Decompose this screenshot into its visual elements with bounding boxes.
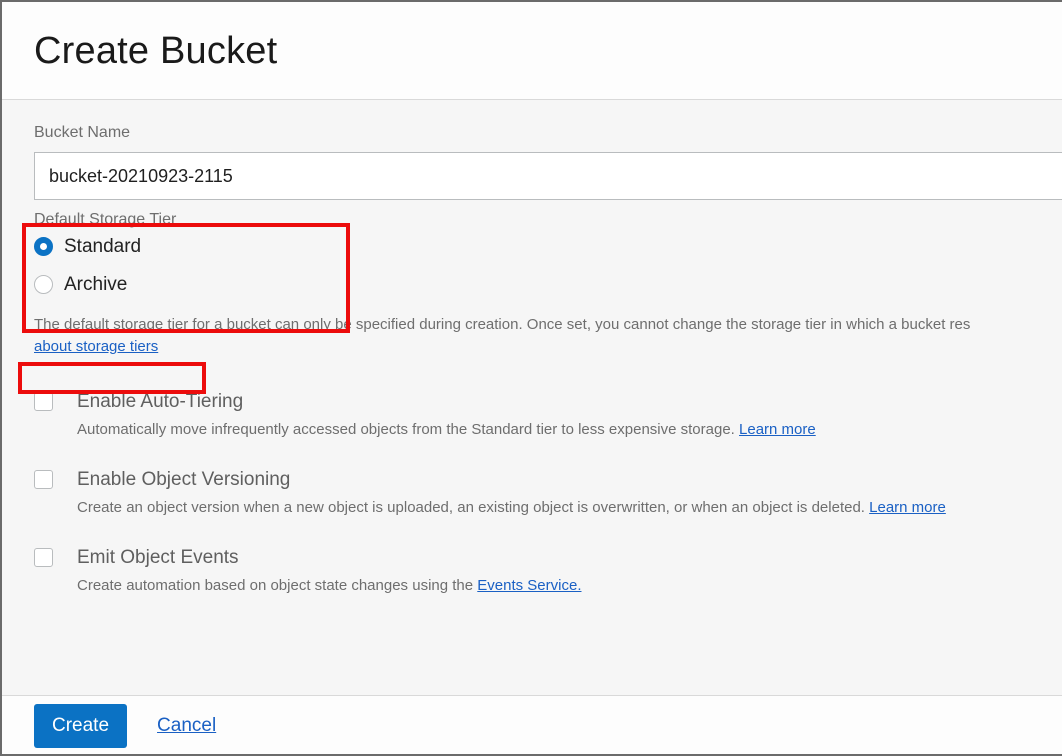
- radio-standard-label: Standard: [64, 237, 141, 256]
- cancel-button[interactable]: Cancel: [157, 715, 216, 737]
- emit-object-events-description-text: Create automation based on object state …: [77, 577, 473, 594]
- radio-archive-icon[interactable]: [34, 275, 53, 294]
- events-service-link[interactable]: Events Service.: [477, 577, 581, 594]
- dialog-header: Create Bucket: [2, 2, 1062, 100]
- page-title: Create Bucket: [34, 32, 277, 70]
- checkbox-object-versioning-label: Enable Object Versioning: [77, 470, 290, 489]
- dialog-body: Bucket Name Default Storage Tier Standar…: [2, 100, 1062, 695]
- radio-option-standard[interactable]: Standard: [2, 232, 1062, 260]
- auto-tiering-learn-more-link[interactable]: Learn more: [739, 421, 816, 438]
- checkbox-object-versioning-icon[interactable]: [34, 470, 53, 489]
- storage-tier-label: Default Storage Tier: [2, 210, 1062, 230]
- radio-option-archive[interactable]: Archive: [2, 270, 1062, 298]
- radio-archive-label: Archive: [64, 275, 127, 294]
- checkbox-auto-tiering-label: Enable Auto-Tiering: [77, 392, 243, 411]
- checkbox-group-object-versioning: Enable Object Versioning Create an objec…: [2, 470, 1062, 518]
- storage-tier-help-link-row: about storage tiers: [2, 336, 1062, 358]
- checkbox-auto-tiering-description: Automatically move infrequently accessed…: [77, 420, 1062, 440]
- bucket-name-input[interactable]: [34, 152, 1062, 200]
- auto-tiering-description-text: Automatically move infrequently accessed…: [77, 421, 735, 438]
- storage-tier-help-text: The default storage tier for a bucket ca…: [2, 314, 1062, 336]
- checkbox-row-emit-object-events[interactable]: Emit Object Events: [34, 548, 1062, 567]
- object-versioning-learn-more-link[interactable]: Learn more: [869, 499, 946, 516]
- create-button[interactable]: Create: [34, 704, 127, 748]
- checkbox-emit-object-events-label: Emit Object Events: [77, 548, 239, 567]
- checkbox-emit-object-events-icon[interactable]: [34, 548, 53, 567]
- checkbox-row-object-versioning[interactable]: Enable Object Versioning: [34, 470, 1062, 489]
- checkbox-auto-tiering-icon[interactable]: [34, 392, 53, 411]
- object-versioning-description-text: Create an object version when a new obje…: [77, 499, 865, 516]
- about-storage-tiers-link[interactable]: about storage tiers: [34, 338, 158, 355]
- checkbox-group-auto-tiering: Enable Auto-Tiering Automatically move i…: [2, 392, 1062, 440]
- highlight-box-standard-radio: [18, 362, 206, 394]
- checkbox-emit-object-events-description: Create automation based on object state …: [77, 576, 1062, 596]
- create-bucket-dialog: Create Bucket Bucket Name Default Storag…: [0, 0, 1062, 756]
- dialog-footer: Create Cancel: [2, 695, 1062, 755]
- checkbox-group-emit-object-events: Emit Object Events Create automation bas…: [2, 548, 1062, 596]
- radio-standard-icon[interactable]: [34, 237, 53, 256]
- checkbox-object-versioning-description: Create an object version when a new obje…: [77, 498, 1062, 518]
- bucket-name-label: Bucket Name: [2, 100, 1062, 143]
- checkbox-row-auto-tiering[interactable]: Enable Auto-Tiering: [34, 392, 1062, 411]
